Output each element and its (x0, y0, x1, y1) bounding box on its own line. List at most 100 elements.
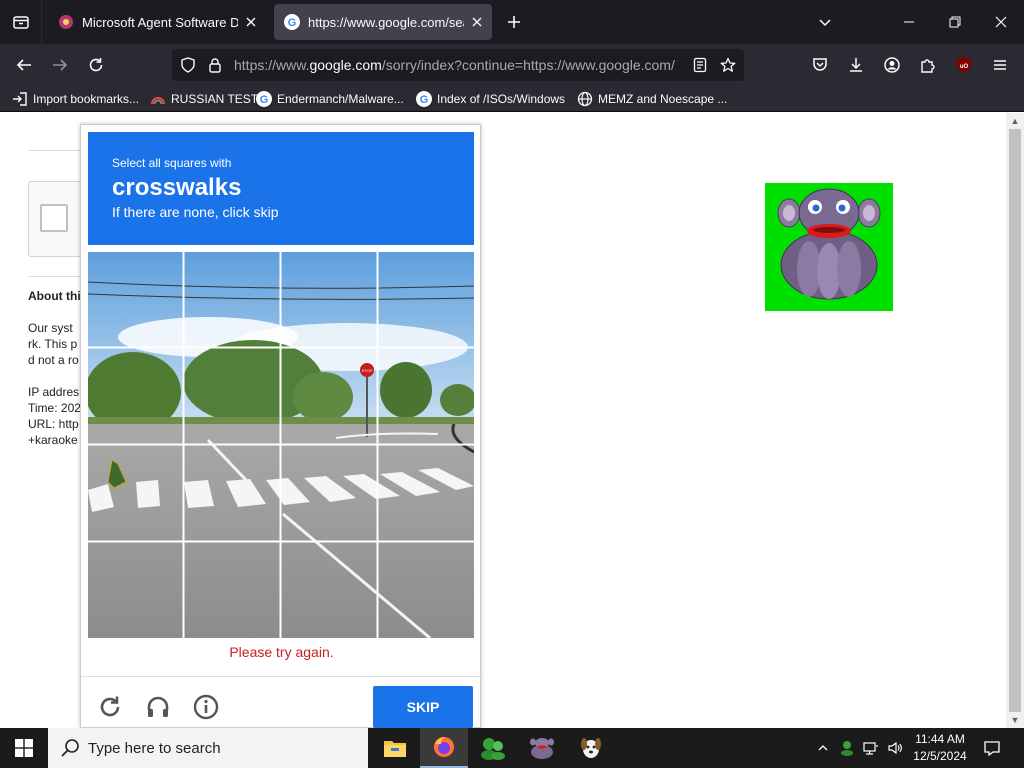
tray-bonzi[interactable] (836, 728, 858, 768)
tabs-list-icon (12, 16, 29, 29)
account-button[interactable] (878, 51, 906, 79)
site-favicon-icon (59, 15, 73, 29)
desktop-buddy-monkey[interactable] (765, 183, 893, 311)
arrow-right-icon (53, 59, 68, 71)
reload-icon (100, 696, 120, 717)
tray-network[interactable] (860, 728, 882, 768)
bookmark-russian-test[interactable]: RUSSIAN TEST (150, 90, 258, 108)
taskbar-search-box[interactable]: Type here to search (48, 728, 368, 768)
scroll-up-icon[interactable]: ▲ (1010, 116, 1020, 126)
bookmarks-toolbar: Import bookmarks... RUSSIAN TEST G Ender… (0, 86, 1024, 112)
shield-icon[interactable] (180, 57, 196, 73)
skip-button[interactable]: SKIP (373, 686, 473, 728)
url-text[interactable]: https://www.google.com/sorry/index?conti… (234, 57, 684, 73)
google-icon: G (256, 91, 272, 107)
bookmark-memz[interactable]: MEMZ and Noescape ... (577, 90, 727, 108)
taskbar-clock[interactable]: 11:44 AM 12/5/2024 (904, 731, 976, 765)
info-icon (193, 694, 219, 720)
navigation-toolbar: https://www.google.com/sorry/index?conti… (0, 44, 1024, 86)
headphones-icon (147, 696, 169, 717)
tab-microsoft-agent[interactable]: Microsoft Agent Software Downl (48, 4, 266, 40)
challenge-image-grid: STOP (88, 252, 474, 638)
search-placeholder: Type here to search (88, 739, 221, 757)
new-tab-button[interactable] (502, 10, 526, 34)
ublock-origin-button[interactable]: uO (950, 51, 978, 79)
bookmark-endermanch[interactable]: G Endermanch/Malware... (256, 90, 404, 108)
scroll-down-icon[interactable]: ▼ (1010, 715, 1020, 725)
minimize-button[interactable] (886, 0, 932, 44)
notification-icon (984, 741, 1000, 757)
page-scrollbar[interactable]: ▲ ▼ (1006, 113, 1024, 728)
arrow-left-icon (16, 59, 31, 71)
taskbar-dog-app[interactable] (567, 728, 615, 768)
dog-icon (581, 738, 601, 758)
svg-text:G: G (288, 17, 297, 29)
show-hidden-icons[interactable] (814, 728, 832, 768)
tab-title: Microsoft Agent Software Downl (82, 14, 238, 30)
help-button[interactable] (191, 692, 221, 722)
challenge-instruction: Select all squares with (112, 156, 232, 170)
tab-google-search[interactable]: G https://www.google.com/search (274, 4, 492, 40)
close-window-button[interactable] (978, 0, 1024, 44)
download-icon (850, 58, 862, 72)
globe-icon (577, 91, 593, 107)
start-button[interactable] (0, 728, 48, 768)
minimize-icon (904, 21, 914, 23)
import-icon (13, 92, 27, 106)
plus-icon (508, 16, 520, 28)
google-icon: G (416, 91, 432, 107)
list-all-tabs-button[interactable] (0, 0, 42, 44)
pocket-button[interactable] (806, 51, 834, 79)
network-icon (863, 742, 878, 755)
tray-volume[interactable] (884, 728, 906, 768)
google-icon: G (284, 14, 300, 30)
close-tab-icon[interactable] (470, 15, 484, 29)
tab-strip: Microsoft Agent Software Downl G https:/… (0, 0, 1024, 44)
bonzi-buddy-icon (841, 741, 853, 756)
divider (28, 276, 80, 277)
star-icon[interactable] (720, 57, 736, 73)
firefox-icon (434, 737, 454, 757)
rainbow-icon (151, 97, 165, 105)
recaptcha-challenge-dialog: Select all squares with crosswalks If th… (80, 124, 482, 728)
restore-button[interactable] (932, 0, 978, 44)
downloads-button[interactable] (842, 51, 870, 79)
taskbar-monkey-app[interactable] (518, 728, 566, 768)
monkey-icon (777, 188, 881, 300)
bookmark-isos-windows[interactable]: G Index of /ISOs/Windows (416, 90, 565, 108)
clock-date: 12/5/2024 (913, 749, 967, 763)
challenge-hint: If there are none, click skip (112, 204, 279, 220)
ublock-icon: uO (957, 57, 971, 73)
scrollbar-thumb[interactable] (1009, 129, 1021, 712)
page-text-line: Time: 202 (28, 401, 81, 415)
monkey-icon (530, 738, 554, 759)
close-tab-icon[interactable] (244, 15, 258, 29)
address-bar[interactable]: https://www.google.com/sorry/index?conti… (172, 49, 744, 81)
clock-time: 11:44 AM (915, 732, 965, 746)
reload-challenge-button[interactable] (95, 692, 125, 722)
page-text-line: Our syst (28, 321, 73, 335)
bonzi-buddy-icon (481, 738, 505, 760)
reload-button[interactable] (82, 51, 110, 79)
file-explorer-icon (384, 741, 406, 757)
reader-view-icon[interactable] (692, 57, 708, 73)
taskbar-bonzi-buddy[interactable] (469, 728, 517, 768)
list-tabs-dropdown[interactable] (802, 0, 848, 44)
bookmark-import[interactable]: Import bookmarks... (12, 90, 139, 108)
audio-challenge-button[interactable] (143, 692, 173, 722)
im-not-a-robot-checkbox[interactable] (40, 204, 68, 232)
page-text-line: +karaoke (28, 433, 78, 447)
forward-button[interactable] (46, 51, 74, 79)
page-text-line: IP addres (28, 385, 80, 399)
back-button[interactable] (10, 51, 38, 79)
taskbar-file-explorer[interactable] (371, 728, 419, 768)
menu-button[interactable] (986, 51, 1014, 79)
grid-lines (88, 252, 474, 638)
chevron-down-icon (819, 19, 831, 27)
lock-icon[interactable] (207, 57, 223, 73)
extensions-button[interactable] (914, 51, 942, 79)
speaker-icon (888, 741, 902, 755)
tab-title: https://www.google.com/search (308, 14, 464, 30)
taskbar-firefox[interactable] (420, 728, 468, 768)
notifications-button[interactable] (980, 728, 1004, 768)
